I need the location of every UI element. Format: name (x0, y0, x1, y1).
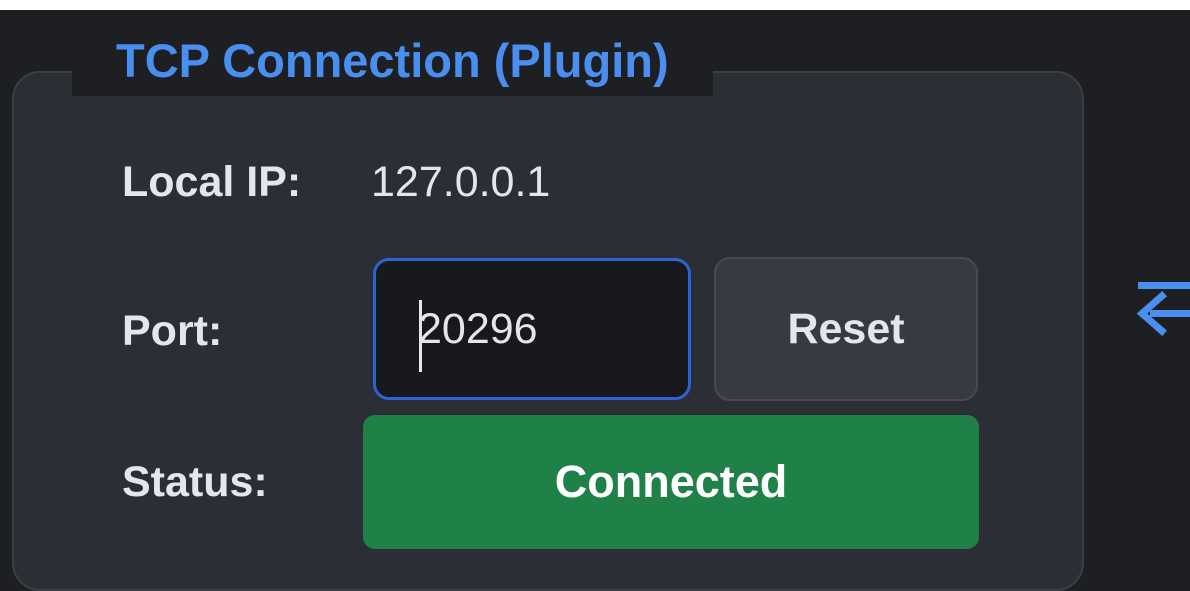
local-ip-value: 127.0.0.1 (371, 158, 551, 206)
window-top-edge (0, 0, 1190, 10)
reset-button[interactable]: Reset (714, 257, 978, 401)
arrow-left-to-line-icon[interactable] (1132, 276, 1190, 346)
status-badge: Connected (363, 415, 979, 549)
group-title: TCP Connection (Plugin) (72, 26, 713, 96)
local-ip-label: Local IP: (122, 158, 302, 206)
status-label: Status: (122, 458, 268, 506)
port-label: Port: (122, 307, 223, 355)
text-caret (419, 300, 422, 372)
